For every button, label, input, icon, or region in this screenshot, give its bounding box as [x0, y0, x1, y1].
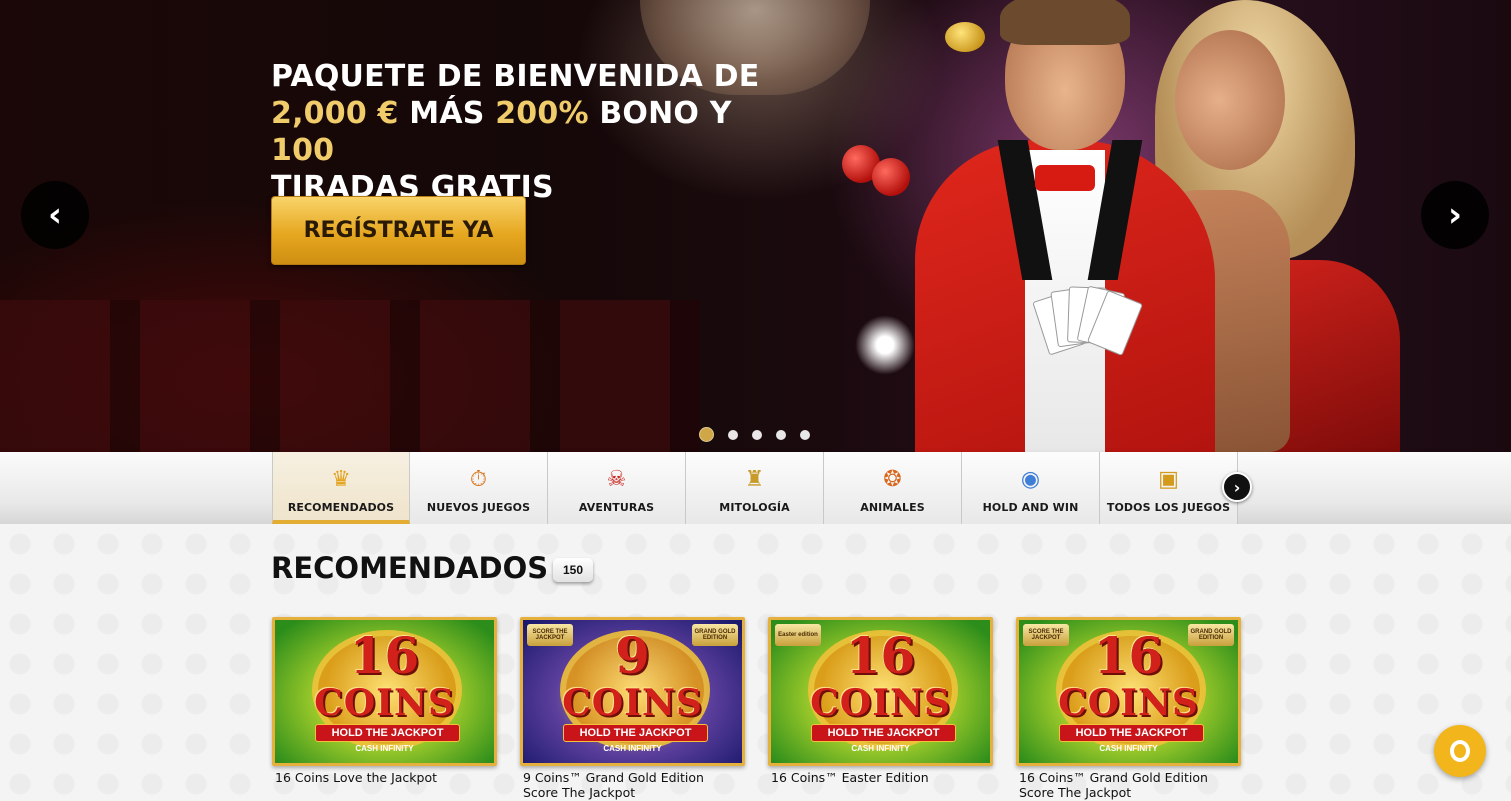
tab-label: ANIMALES [860, 501, 925, 514]
stopwatch-icon: ⏱ [469, 466, 488, 491]
thumb-ribbon: HOLD THE JACKPOT [563, 724, 708, 742]
tab-aventuras[interactable]: ☠ AVENTURAS [548, 452, 686, 524]
headline-plus: MÁS [409, 96, 485, 131]
carousel-dot[interactable] [800, 429, 810, 440]
carousel-dots [699, 427, 810, 442]
thumb-ribbon: HOLD THE JACKPOT [315, 724, 460, 742]
hero-banner: PAQUETE DE BIENVENIDA DE 2,000 € MÁS 200… [0, 0, 1511, 452]
game-thumbnail[interactable]: 16 COINS HOLD THE JACKPOT CASH INFINITY East… [768, 617, 993, 766]
chevron-left-icon: ‹ [47, 195, 62, 235]
tab-mitología[interactable]: ♜ MITOLOGÍA [686, 452, 824, 524]
thumb-subtitle: CASH INFINITY [603, 744, 662, 753]
thumb-word: COINS [1058, 682, 1199, 724]
game-title[interactable]: 16 Coins Love the Jackpot [272, 770, 497, 785]
feature-badge: Easter edition [775, 624, 821, 646]
game-thumbnail[interactable]: 16 COINS HOLD THE JACKPOT CASH INFINITY GRAN… [1016, 617, 1241, 766]
game-title[interactable]: 16 Coins™ Easter Edition [768, 770, 993, 785]
game-title-line: Score The Jackpot [1019, 785, 1132, 800]
feature-badge: SCORE THE JACKPOT [527, 624, 573, 646]
carousel-next-button[interactable]: › [1421, 181, 1489, 249]
register-now-button[interactable]: REGÍSTRATE YA [271, 196, 526, 265]
thumb-ribbon: HOLD THE JACKPOT [811, 724, 956, 742]
swirl-orb-icon: ◉ [1020, 466, 1041, 491]
carousel-dot[interactable] [699, 427, 714, 442]
game-thumbnail[interactable]: 9 COINS HOLD THE JACKPOT CASH INFINITY GRAND… [520, 617, 745, 766]
playing-cards-decoration [1032, 285, 1144, 365]
tab-label: AVENTURAS [578, 501, 655, 514]
thumb-number: 16 [349, 626, 420, 685]
games-grid: 16 COINS HOLD THE JACKPOT CASH INFINITY 16 C… [272, 617, 1241, 800]
thumb-ribbon: HOLD THE JACKPOT [1059, 724, 1204, 742]
casino-seats-decoration [0, 300, 700, 452]
tab-label: NUEVOS JUEGOS [426, 501, 531, 514]
hero-couple-image [900, 0, 1420, 452]
chevron-right-icon: › [1233, 477, 1241, 497]
lion-icon: ❂ [883, 466, 902, 491]
section-title: RECOMENDADOS [271, 551, 549, 585]
carousel-dot[interactable] [752, 429, 762, 440]
game-title[interactable]: 16 Coins™ Grand Gold Edition Score The Ja… [1016, 770, 1241, 800]
treasure-chest-icon: ▣ [1158, 466, 1179, 491]
headline-amount: 2,000 € [271, 96, 399, 131]
tab-hold-and-win[interactable]: ◉ HOLD AND WIN [962, 452, 1100, 524]
thumb-subtitle: CASH INFINITY [355, 744, 414, 753]
tab-label: RECOMENDADOS [287, 501, 395, 514]
tab-label: TODOS LOS JUEGOS [1106, 501, 1231, 514]
game-title-line: 9 Coins™ Grand Gold Edition [523, 770, 704, 785]
thumb-subtitle: CASH INFINITY [851, 744, 910, 753]
edition-badge: GRAND GOLD EDITION [692, 624, 738, 646]
hero-headline: PAQUETE DE BIENVENIDA DE 2,000 € MÁS 200… [271, 58, 791, 206]
carousel-dot[interactable] [776, 429, 786, 440]
headline-bonus: 200% [495, 96, 589, 131]
chat-bubble-icon [1450, 740, 1470, 762]
game-title-line: 16 Coins™ Easter Edition [771, 770, 929, 785]
edition-badge: GRAND GOLD EDITION [1188, 624, 1234, 646]
headline-bonus-word: BONO Y [599, 96, 732, 131]
game-title-line: Score The Jackpot [523, 785, 636, 800]
tab-nuevos-juegos[interactable]: ⏱ NUEVOS JUEGOS [410, 452, 548, 524]
game-card[interactable]: 16 COINS HOLD THE JACKPOT CASH INFINITY East… [768, 617, 993, 800]
feature-badge: SCORE THE JACKPOT [1023, 624, 1069, 646]
crown-icon: ♛ [331, 466, 351, 491]
category-next-button[interactable]: › [1222, 472, 1252, 502]
tab-label: HOLD AND WIN [982, 501, 1079, 514]
thumb-word: COINS [314, 682, 455, 724]
carousel-prev-button[interactable]: ‹ [21, 181, 89, 249]
game-thumbnail[interactable]: 16 COINS HOLD THE JACKPOT CASH INFINITY [272, 617, 497, 766]
headline-line-2: 2,000 € MÁS 200% BONO Y 100 [271, 95, 791, 169]
headline-spins: 100 [271, 133, 335, 168]
thumb-word: COINS [810, 682, 951, 724]
tab-todos-los-juegos[interactable]: ▣ TODOS LOS JUEGOS [1100, 452, 1238, 524]
headline-line-1: PAQUETE DE BIENVENIDA DE [271, 59, 760, 94]
pharaoh-icon: ♜ [744, 466, 765, 491]
chevron-right-icon: › [1447, 195, 1462, 235]
tab-recomendados[interactable]: ♛ RECOMENDADOS [272, 452, 410, 524]
game-title-line: 16 Coins Love the Jackpot [275, 770, 438, 785]
game-card[interactable]: 16 COINS HOLD THE JACKPOT CASH INFINITY GRAN… [1016, 617, 1241, 800]
game-title[interactable]: 9 Coins™ Grand Gold Edition Score The Jac… [520, 770, 745, 800]
carousel-dot[interactable] [728, 429, 738, 440]
game-card[interactable]: 16 COINS HOLD THE JACKPOT CASH INFINITY 16 C… [272, 617, 497, 800]
game-count-badge: 150 [553, 558, 593, 582]
chat-button[interactable] [1434, 725, 1486, 777]
game-card[interactable]: 9 COINS HOLD THE JACKPOT CASH INFINITY GRAND… [520, 617, 745, 800]
game-title-line: 16 Coins™ Grand Gold Edition [1019, 770, 1208, 785]
pirate-skull-icon: ☠ [606, 466, 627, 491]
category-bar: ♛ RECOMENDADOS ⏱ NUEVOS JUEGOS ☠ AVENTURAS ♜ MI… [0, 452, 1511, 524]
thumb-subtitle: CASH INFINITY [1099, 744, 1158, 753]
thumb-word: COINS [562, 682, 703, 724]
tab-label: MITOLOGÍA [719, 501, 790, 514]
tab-animales[interactable]: ❂ ANIMALES [824, 452, 962, 524]
category-tabs: ♛ RECOMENDADOS ⏱ NUEVOS JUEGOS ☠ AVENTURAS ♜ MI… [272, 452, 1238, 524]
